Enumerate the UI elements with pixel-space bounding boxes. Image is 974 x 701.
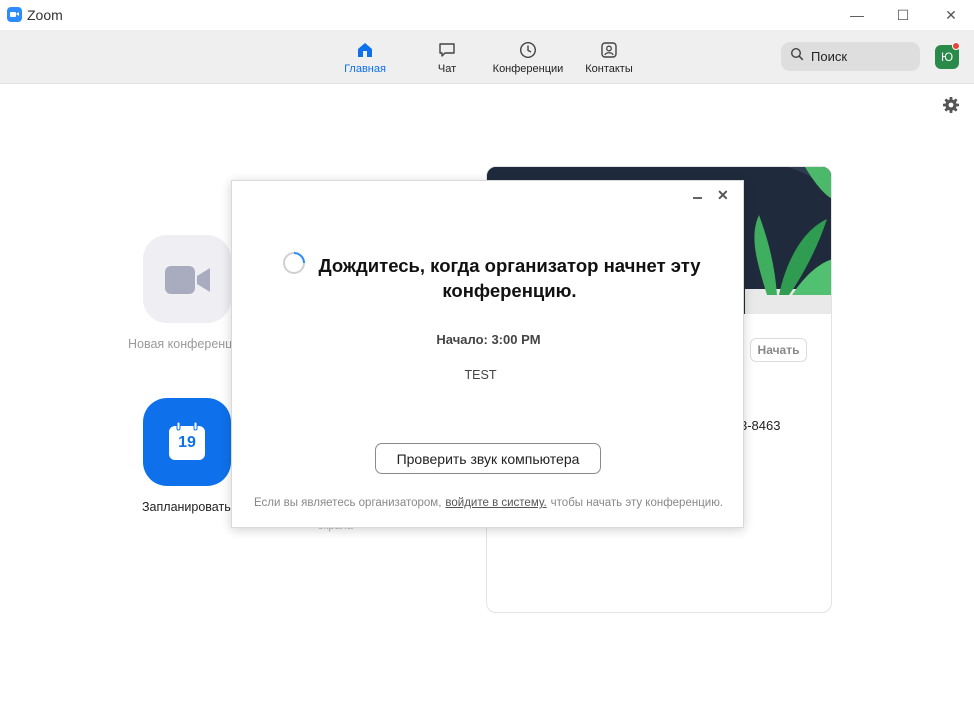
close-button[interactable]: ✕ <box>936 4 966 26</box>
waiting-for-host-dialog: ✕ Дождитесь, когда организатор начнет эт… <box>231 180 744 528</box>
window-title: Zoom <box>27 7 63 23</box>
home-icon <box>355 40 375 60</box>
tab-contacts[interactable]: Контакты <box>564 40 654 75</box>
start-meeting-button[interactable]: Начать <box>750 338 807 362</box>
footer-prefix: Если вы являетесь организатором, <box>253 497 442 509</box>
host-signin-hint: Если вы являетесь организатором, войдите … <box>232 497 745 509</box>
test-computer-audio-button[interactable]: Проверить звук компьютера <box>375 443 601 474</box>
new-meeting-label: Новая конференция <box>128 337 231 351</box>
tab-chat-label: Чат <box>437 63 457 75</box>
dialog-close-button[interactable]: ✕ <box>717 187 729 204</box>
footer-suffix: чтобы начать эту конференцию. <box>550 497 724 509</box>
zoom-logo-icon <box>7 7 22 22</box>
chat-icon <box>437 40 457 60</box>
dialog-title: Дождитесь, когда организатор начнет эту … <box>318 255 701 301</box>
dialog-minimize-button[interactable] <box>690 187 706 207</box>
search-icon <box>790 47 804 66</box>
notification-badge <box>952 42 960 50</box>
sign-in-link[interactable]: войдите в систему. <box>445 497 546 509</box>
minimize-button[interactable]: — <box>842 4 872 26</box>
title-bar: Zoom — ☐ ✕ <box>0 0 974 30</box>
schedule-label: Запланировать <box>142 500 231 514</box>
gear-icon[interactable] <box>942 96 960 114</box>
contacts-icon <box>599 40 619 60</box>
meeting-id-fragment: 3-8463 <box>740 418 781 433</box>
new-meeting-button[interactable] <box>143 235 231 323</box>
maximize-button[interactable]: ☐ <box>888 4 918 26</box>
tab-contacts-label: Контакты <box>585 63 633 75</box>
search-input[interactable]: Поиск <box>781 42 920 71</box>
schedule-button[interactable]: 19 <box>143 398 231 486</box>
video-camera-icon <box>165 266 211 299</box>
calendar-icon: 19 <box>169 422 205 460</box>
tab-home[interactable]: Главная <box>320 40 410 75</box>
clock-icon <box>518 40 538 60</box>
tab-meetings-label: Конференции <box>492 63 564 75</box>
loading-spinner-icon <box>282 251 306 275</box>
search-placeholder: Поиск <box>811 49 848 64</box>
tab-chat[interactable]: Чат <box>402 40 492 75</box>
calendar-day: 19 <box>178 434 196 451</box>
tab-home-label: Главная <box>344 63 386 75</box>
meeting-topic: TEST <box>464 368 497 382</box>
meeting-start-time: Начало: 3:00 PM <box>436 332 541 347</box>
tab-meetings[interactable]: Конференции <box>483 40 573 75</box>
